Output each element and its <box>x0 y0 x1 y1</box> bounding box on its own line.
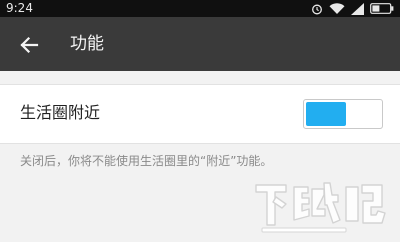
setting-label-nearby: 生活圈附近 <box>20 103 101 122</box>
status-icons <box>311 2 394 15</box>
battery-icon <box>370 3 394 14</box>
xiazaiba-watermark-logo <box>255 182 386 233</box>
page-title: 功能 <box>70 34 104 54</box>
help-text: 关闭后，你将不能使用生活圈里的“附近”功能。 <box>20 154 273 168</box>
alarm-icon <box>312 4 322 14</box>
setting-row-nearby: 生活圈附近 <box>0 84 400 144</box>
back-button[interactable] <box>14 30 44 60</box>
back-arrow-icon <box>20 36 39 54</box>
toggle-on-fill <box>306 102 346 126</box>
toggle-knob <box>348 102 380 126</box>
status-bar: 9:24 <box>0 0 400 17</box>
nearby-toggle[interactable] <box>303 99 383 129</box>
status-time: 9:24 <box>6 1 33 15</box>
wifi-icon <box>329 2 345 14</box>
app-bar: 功能 <box>0 17 400 71</box>
signal-icon <box>351 2 364 15</box>
